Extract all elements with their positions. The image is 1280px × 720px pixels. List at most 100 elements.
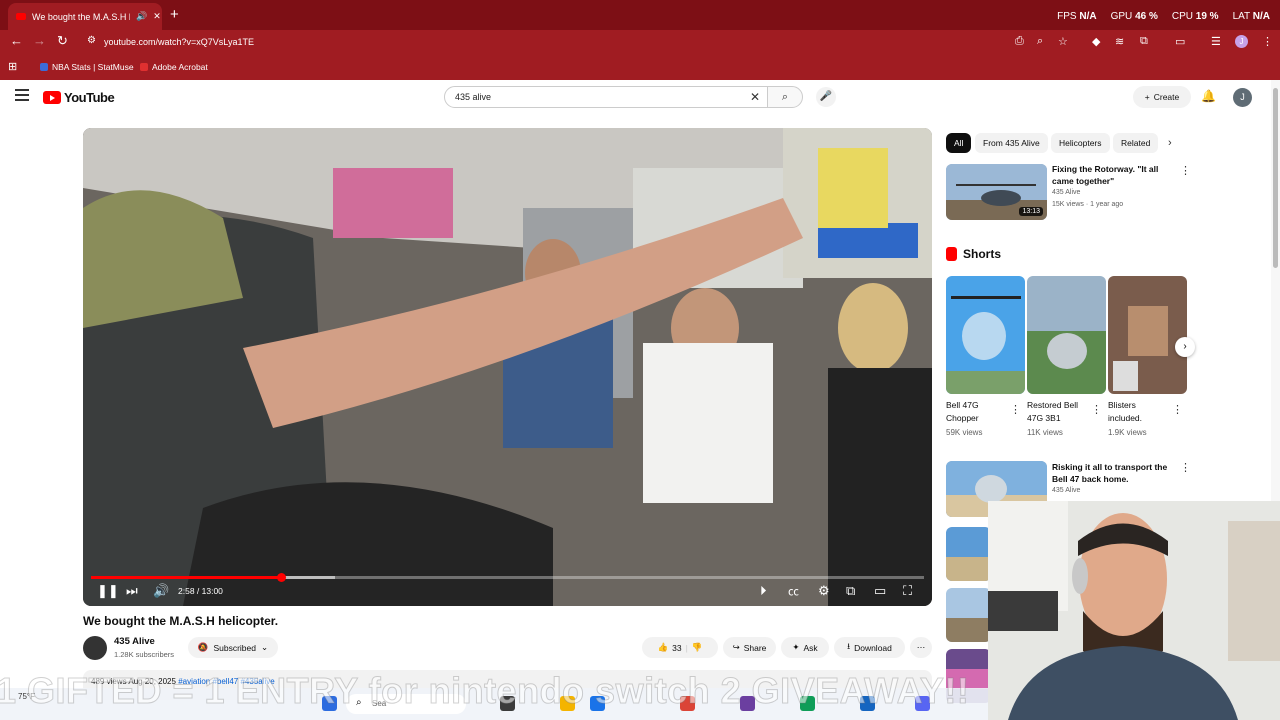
chip-all[interactable]: All (946, 133, 972, 153)
short-title[interactable]: Blisters included. (1108, 399, 1168, 425)
youtube-play-icon (43, 91, 61, 104)
chip-related[interactable]: Related (1113, 133, 1159, 153)
notifications-bell-icon[interactable]: 🔔 (1201, 89, 1216, 103)
extensions-puzzle-icon[interactable]: ⧉ (1140, 35, 1148, 48)
search-button[interactable]: ⌕ (767, 86, 803, 108)
channel-name[interactable]: 435 Alive (114, 636, 155, 647)
search-input[interactable]: 435 alive (444, 86, 768, 108)
miniplayer-icon[interactable]: ⧉ (846, 583, 855, 599)
short-more-icon[interactable]: ⋮ (1172, 403, 1183, 416)
short-title[interactable]: Restored Bell 47G 3B1 (1027, 399, 1087, 425)
extension-icon[interactable]: ◆ (1092, 35, 1100, 48)
chip-helicopters[interactable]: Helicopters (1051, 133, 1110, 153)
short-thumbnail[interactable] (1108, 276, 1187, 394)
rec-channel[interactable]: 435 Alive (1052, 189, 1080, 196)
clear-search-icon[interactable]: ✕ (750, 90, 760, 104)
short-image-bell47g (946, 276, 1025, 394)
browser-profile-avatar[interactable]: J (1235, 35, 1248, 48)
fullscreen-icon[interactable]: ⛶ (903, 583, 912, 599)
short-image-restored-bell (1027, 276, 1106, 394)
new-tab-button[interactable]: + (170, 6, 179, 23)
scrollbar-thumb[interactable] (1273, 88, 1278, 268)
progress-fill (91, 576, 281, 579)
rec-more-icon[interactable]: ⋮ (1180, 461, 1191, 474)
more-dots-icon: ⋯ (916, 642, 926, 652)
rec-thumbnail[interactable] (946, 527, 991, 581)
rec-thumbnail-image (946, 527, 991, 581)
ask-button[interactable]: ✦ Ask (781, 637, 829, 658)
duration-badge: 13:13 (1019, 207, 1043, 216)
hamburger-menu-icon[interactable] (15, 89, 29, 104)
site-info-icon[interactable]: ⚙ (87, 35, 96, 46)
short-more-icon[interactable]: ⋮ (1091, 403, 1102, 416)
like-count: 33 (672, 642, 682, 653)
browser-tab[interactable]: We bought the M.A.S.H heli 🔊 ✕ (8, 3, 162, 30)
chevron-right-icon[interactable]: › (1168, 137, 1172, 149)
close-tab-icon[interactable]: ✕ (153, 11, 161, 22)
url-text: youtube.com/watch?v=xQ7VsLya1TE (104, 37, 254, 47)
youtube-header: YouTube 435 alive ✕ ⌕ 🎤 + Create 🔔 J (0, 80, 1280, 116)
bookmark-acrobat[interactable]: Adobe Acrobat (140, 62, 208, 72)
thumbs-up-icon[interactable]: 👍 (658, 642, 669, 653)
more-actions-button[interactable]: ⋯ (910, 637, 932, 658)
sparkle-icon: ✦ (792, 642, 800, 652)
perf-fps: FPS N/A (1057, 11, 1097, 22)
bookmark-star-icon[interactable]: ☆ (1058, 35, 1068, 48)
voice-search-mic-icon[interactable]: 🎤 (816, 87, 836, 107)
short-image-blisters (1108, 276, 1187, 394)
pause-icon[interactable]: ❚❚ (97, 583, 119, 599)
short-views: 59K views (946, 428, 983, 437)
webcam-overlay (988, 501, 1280, 720)
captions-icon[interactable]: ㏄ (788, 583, 799, 599)
short-views: 1.9K views (1108, 428, 1147, 437)
progress-bar[interactable] (91, 573, 924, 582)
menu-dots-icon[interactable]: ⋮ (1262, 35, 1273, 48)
rec-thumbnail[interactable]: 13:13 (946, 164, 1047, 220)
rec-more-icon[interactable]: ⋮ (1180, 164, 1191, 177)
address-bar-row: ← → ↻ ⚙ youtube.com/watch?v=xQ7VsLya1TE … (0, 30, 1280, 54)
perf-lat: LAT N/A (1232, 11, 1270, 22)
theater-mode-icon[interactable]: ▭ (874, 583, 886, 599)
youtube-avatar[interactable]: J (1233, 88, 1252, 107)
download-button[interactable]: ⭳ Download (834, 637, 905, 658)
subscribed-button[interactable]: 🔕 Subscribed ⌄ (188, 637, 278, 658)
create-button[interactable]: + Create (1133, 86, 1191, 108)
zoom-icon[interactable]: ⌕ (1037, 35, 1043, 48)
audio-extension-icon[interactable]: ≋ (1115, 35, 1124, 48)
rec-thumbnail[interactable] (946, 588, 991, 642)
rec-channel[interactable]: 435 Alive (1052, 487, 1080, 494)
cast-icon[interactable]: ▭ (1175, 35, 1185, 48)
bookmark-statmuse[interactable]: NBA Stats | StatMuse (40, 62, 134, 72)
short-thumbnail[interactable] (946, 276, 1025, 394)
settings-gear-icon[interactable]: ⚙ (818, 583, 830, 599)
chip-from-435-alive[interactable]: From 435 Alive (975, 133, 1048, 153)
short-thumbnail[interactable] (1027, 276, 1106, 394)
rec-title[interactable]: Risking it all to transport the Bell 47 … (1052, 461, 1174, 485)
acrobat-favicon-icon (140, 63, 148, 71)
like-dislike-button[interactable]: 👍 33 | 👎 (642, 637, 718, 658)
scrubber-handle[interactable] (276, 573, 286, 582)
youtube-logo[interactable]: YouTube (43, 90, 115, 105)
webcam-image (988, 501, 1280, 720)
short-title[interactable]: Bell 47G Chopper (946, 399, 1006, 425)
video-player[interactable]: ❚❚ ⏭ 🔊 2:58 / 13:00 ⏵ ㏄ ⚙ ⧉ ▭ ⛶ (83, 128, 932, 606)
back-icon[interactable]: ← (10, 33, 23, 48)
share-button[interactable]: ↪ Share (723, 637, 776, 658)
install-icon[interactable]: ⎙ (1015, 35, 1024, 48)
apps-grid-icon[interactable]: ⊞ (8, 60, 17, 73)
forward-icon[interactable]: → (33, 33, 46, 48)
rec-title[interactable]: Fixing the Rotorway. "It all came togeth… (1052, 163, 1174, 187)
next-icon[interactable]: ⏭ (126, 583, 138, 599)
reload-icon[interactable]: ↻ (57, 33, 68, 49)
shorts-next-chevron-icon[interactable]: › (1175, 337, 1195, 357)
short-views: 11K views (1027, 428, 1063, 437)
volume-icon[interactable]: 🔊 (153, 583, 169, 599)
thumbs-down-icon[interactable]: 👎 (692, 642, 703, 653)
giveaway-overlay-text: 1 GIFTED = 1 ENTRY for nintendo switch 2… (0, 670, 970, 712)
speaker-icon[interactable]: 🔊 (136, 11, 147, 22)
short-more-icon[interactable]: ⋮ (1010, 403, 1021, 416)
channel-avatar[interactable] (83, 636, 107, 660)
media-control-icon[interactable]: ☰ (1211, 35, 1221, 48)
autoplay-toggle-icon[interactable]: ⏵ (760, 583, 767, 599)
rec-views-age: 15K views · 1 year ago (1052, 201, 1124, 208)
